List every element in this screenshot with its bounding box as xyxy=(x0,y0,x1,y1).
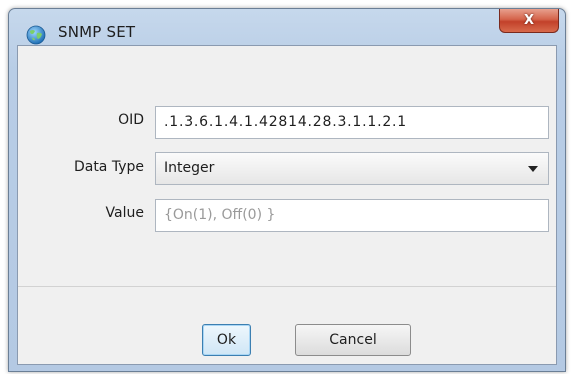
value-input[interactable]: {On(1), Off(0) } xyxy=(155,199,549,232)
data-type-selected-value: Integer xyxy=(164,160,215,176)
data-type-select[interactable]: Integer xyxy=(155,152,549,185)
window-title: SNMP SET xyxy=(58,23,136,41)
ok-button[interactable]: Ok xyxy=(202,324,251,356)
value-label: Value xyxy=(105,205,144,221)
oid-input[interactable]: .1.3.6.1.4.1.42814.28.3.1.1.2.1 xyxy=(155,106,549,139)
snmp-set-dialog: SNMP SET X OID .1.3.6.1.4.1.42814.28.3.1… xyxy=(8,8,566,372)
close-icon: X xyxy=(523,13,535,28)
oid-label: OID xyxy=(118,112,144,128)
chevron-down-icon[interactable] xyxy=(528,166,538,172)
close-button[interactable]: X xyxy=(499,9,559,33)
form-panel: OID .1.3.6.1.4.1.42814.28.3.1.1.2.1 Data… xyxy=(18,46,556,287)
globe-icon xyxy=(26,25,46,45)
dialog-content: OID .1.3.6.1.4.1.42814.28.3.1.1.2.1 Data… xyxy=(17,45,557,365)
cancel-button[interactable]: Cancel xyxy=(295,324,411,356)
data-type-label: Data Type xyxy=(73,159,144,175)
